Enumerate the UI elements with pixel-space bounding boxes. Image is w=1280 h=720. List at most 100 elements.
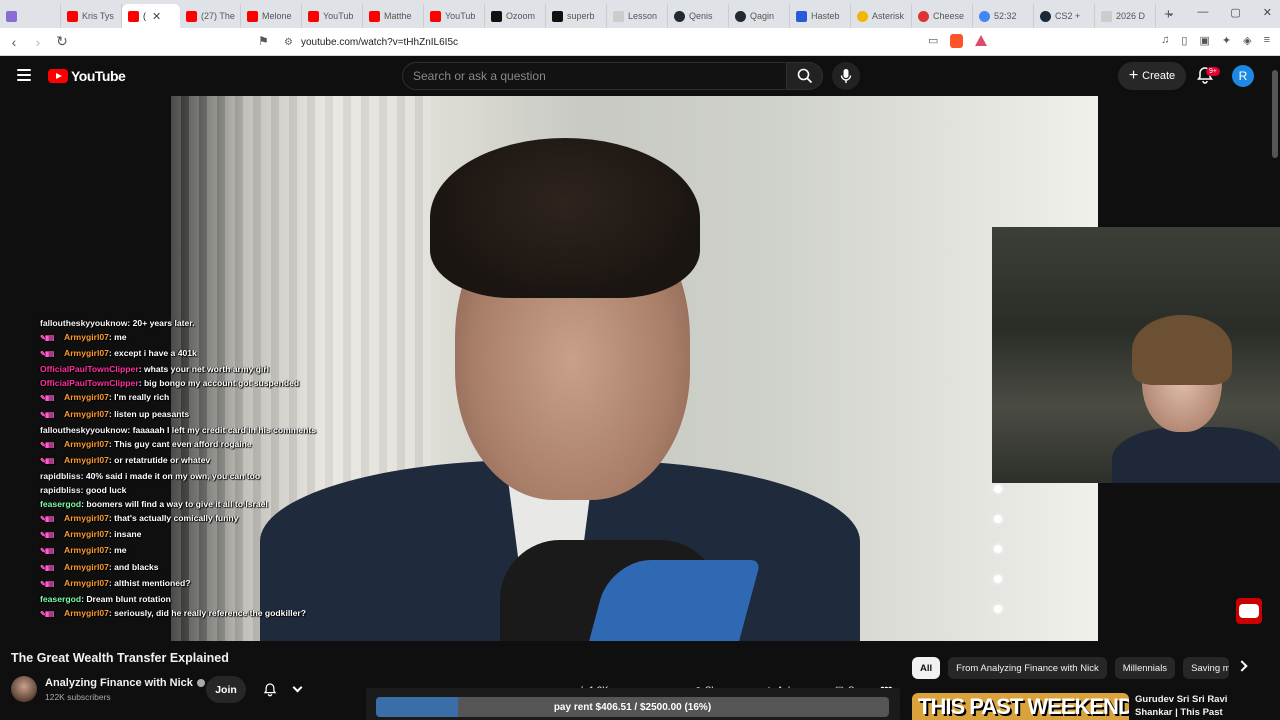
tab-favicon-icon	[552, 10, 563, 22]
media-icon[interactable]: ♫	[1161, 34, 1169, 47]
browser-tab[interactable]: (✕	[122, 4, 180, 28]
browser-tab[interactable]: Hasteb	[790, 4, 851, 28]
search-button[interactable]	[787, 62, 823, 90]
plus-icon: +	[1128, 67, 1139, 84]
chat-message: falloutheskyyouknow: faaaaah I left my c…	[40, 423, 440, 437]
account-avatar[interactable]: R	[1232, 65, 1254, 87]
browser-tab[interactable]: superb	[546, 4, 607, 28]
tab-label: YouTub	[323, 11, 354, 21]
video-speaker-hair	[430, 138, 700, 298]
recommended-video-thumbnail[interactable]: THIS PAST WEEKEND	[912, 693, 1129, 720]
chat-text: good luck	[85, 485, 127, 496]
maximize-icon[interactable]: ▢	[1230, 6, 1240, 19]
chat-username: Armygirl07	[64, 348, 109, 359]
tab-label: Asterisk	[872, 11, 905, 21]
menu-icon[interactable]: ≡	[1264, 34, 1270, 47]
browser-tab[interactable]: 2026 D	[1095, 4, 1156, 28]
browser-tab[interactable]: Qenis	[668, 4, 729, 28]
rent-progress-text: pay rent $406.51 / $2500.00 (16%)	[553, 701, 712, 713]
thumbnail-text: THIS PAST WEEKEND	[918, 694, 1129, 719]
chat-text: me	[114, 545, 127, 556]
video-title: The Great Wealth Transfer Explained	[11, 651, 229, 665]
join-button[interactable]: Join	[206, 676, 246, 703]
reload-icon[interactable]: ↻	[52, 33, 72, 50]
sidebar-icon[interactable]: ▯	[1181, 34, 1187, 47]
browser-tab[interactable]: Lesson	[607, 4, 668, 28]
filter-chip[interactable]: From Analyzing Finance with Nick	[948, 657, 1107, 679]
voice-search-button[interactable]	[832, 62, 860, 90]
tab-label: Kris Tys	[82, 11, 114, 21]
brave-rewards-icon[interactable]	[975, 35, 988, 46]
extensions-icon[interactable]: ✦	[1222, 34, 1231, 47]
chat-username: OfficialPaulTownClipper	[40, 364, 139, 375]
filter-chip[interactable]: Millennials	[1114, 657, 1176, 679]
chat-badge-icon: ✎▮▤	[40, 532, 54, 540]
channel-watermark-subscribe[interactable]	[1236, 598, 1262, 624]
browser-tab[interactable]: (27) The	[180, 4, 241, 28]
chevron-right-icon[interactable]	[1236, 660, 1248, 672]
browser-tab[interactable]: YouTub	[424, 4, 485, 28]
filter-chip[interactable]: Saving m	[1183, 657, 1230, 679]
chat-message: ✎▮▤ Armygirl07: and blacks	[40, 560, 440, 576]
chat-badge-icon: ✎▮▤	[40, 610, 54, 618]
browser-toolbar: ‹ › ↻ ⚑ ⚙ youtube.com/watch?v=tHhZnIL6I5…	[0, 28, 1280, 56]
tab-label: Ozoom	[506, 11, 536, 21]
browser-tab[interactable]: 52:32	[973, 4, 1034, 28]
recommended-video-title[interactable]: Gurudev Sri Sri Ravi Shankar | This Past…	[1135, 693, 1265, 720]
browser-tab[interactable]: CS2 +	[1034, 4, 1095, 28]
browser-tab[interactable]: Kris Tys	[61, 4, 122, 28]
create-label: Create	[1142, 70, 1176, 82]
site-info-icon[interactable]: ⚙	[284, 37, 293, 48]
browser-tab[interactable]: YouTub	[302, 4, 363, 28]
menu-hamburger-icon[interactable]	[17, 69, 31, 81]
tab-label: YouTub	[445, 11, 476, 21]
filter-chip[interactable]: All	[912, 657, 941, 679]
youtube-logo-text: YouTube	[71, 68, 126, 84]
bookmark-icon[interactable]: ⚑	[258, 34, 269, 48]
create-button[interactable]: + Create	[1118, 62, 1186, 90]
chat-message: ✎▮▤ Armygirl07: This guy cant even afford…	[40, 437, 440, 453]
tab-label: Cheese	[933, 11, 965, 21]
browser-tab[interactable]: Qagin	[729, 4, 790, 28]
tab-close-icon[interactable]: ✕	[152, 10, 161, 23]
cast-icon[interactable]: ▭	[928, 34, 938, 48]
search-icon	[797, 68, 812, 84]
forward-icon[interactable]: ›	[28, 34, 48, 50]
browser-tools: ♫ ▯ ▣ ✦ ◈ ≡	[1161, 34, 1270, 47]
back-icon[interactable]: ‹	[4, 34, 24, 50]
tab-favicon-icon	[430, 10, 441, 22]
channel-name[interactable]: Analyzing Finance with Nick	[45, 677, 205, 689]
youtube-logo[interactable]: YouTube	[48, 68, 126, 84]
chat-text: boomers will find a way to give it all t…	[86, 499, 268, 510]
scrollbar-thumb[interactable]	[1272, 70, 1278, 158]
subscription-notifications-button[interactable]	[254, 676, 310, 703]
bell-icon	[263, 683, 277, 697]
chat-text: seriously, did he really reference the g…	[114, 607, 306, 618]
wallet-icon[interactable]: ▣	[1199, 34, 1209, 47]
window-controls: ⌄ — ▢ ✕	[1166, 6, 1272, 19]
tab-favicon-icon	[67, 10, 78, 22]
close-window-icon[interactable]: ✕	[1263, 6, 1272, 19]
channel-avatar[interactable]	[11, 676, 37, 702]
tab-label: Matthe	[384, 11, 412, 21]
browser-tab[interactable]	[0, 4, 61, 28]
search-input[interactable]	[403, 63, 786, 89]
browser-tab[interactable]: Ozoom	[485, 4, 546, 28]
chat-text: whats your net worth army girl	[143, 364, 270, 375]
browser-tab[interactable]: Asterisk	[851, 4, 912, 28]
chat-message: falloutheskyyouknow: 20+ years later.	[40, 316, 440, 330]
dropdown-icon[interactable]: ⌄	[1166, 6, 1175, 19]
browser-tab[interactable]: Melone	[241, 4, 302, 28]
browser-tab[interactable]: Matthe	[363, 4, 424, 28]
chat-message: OfficialPaulTownClipper: whats your net …	[40, 362, 440, 376]
vpn-icon[interactable]: ◈	[1243, 34, 1251, 47]
browser-tab[interactable]: Cheese	[912, 4, 973, 28]
chat-username: Armygirl07	[64, 513, 109, 524]
microphone-icon	[840, 69, 852, 83]
tab-favicon-icon	[857, 10, 868, 22]
chevron-down-icon	[292, 682, 303, 693]
minimize-icon[interactable]: —	[1197, 6, 1208, 19]
brave-shields-icon[interactable]	[950, 34, 964, 48]
address-bar[interactable]: ⚙ youtube.com/watch?v=tHhZnIL6I5c	[284, 32, 944, 52]
chat-message: ✎▮▤ Armygirl07: me	[40, 543, 440, 559]
